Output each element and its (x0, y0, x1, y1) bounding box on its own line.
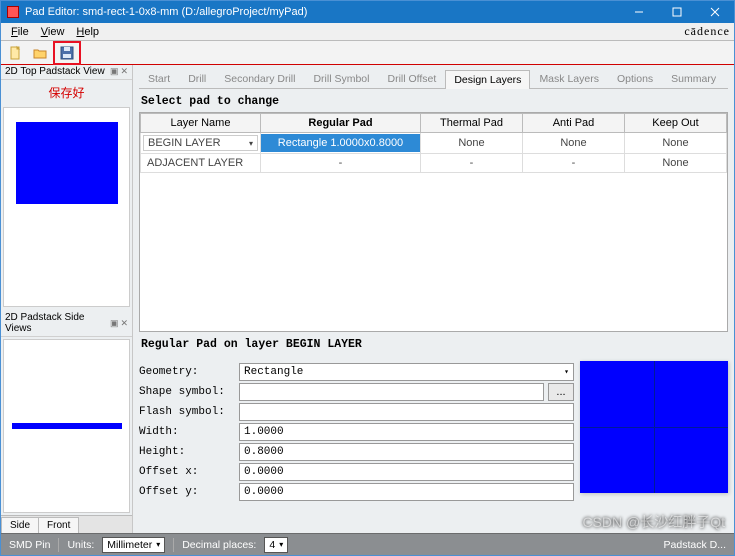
dock-close-icon[interactable]: ✕ (120, 66, 128, 77)
geometry-value: Rectangle (244, 366, 303, 378)
col-keep-out[interactable]: Keep Out (625, 114, 727, 133)
chevron-down-icon: ▾ (249, 139, 253, 148)
table-row: BEGIN LAYER ▾ Rectangle 1.0000x0.8000 No… (141, 133, 727, 154)
offsety-input[interactable] (239, 483, 574, 501)
decimal-value: 4 (269, 539, 275, 551)
new-file-button[interactable] (5, 43, 27, 63)
open-folder-button[interactable] (29, 43, 51, 63)
pad-preview (580, 361, 728, 493)
top-padstack-view (3, 107, 130, 307)
tab-drill-symbol[interactable]: Drill Symbol (304, 69, 378, 88)
geometry-select[interactable]: Rectangle ▾ (239, 363, 574, 381)
regular-pad-heading: Regular Pad on layer BEGIN LAYER (139, 332, 728, 355)
select-pad-heading: Select pad to change (139, 89, 728, 112)
dock-close-icon-2[interactable]: ✕ (120, 318, 128, 329)
geometry-label: Geometry: (139, 366, 235, 378)
regular-pad-cell-selected[interactable]: Rectangle 1.0000x0.8000 (261, 134, 420, 152)
width-label: Width: (139, 426, 235, 438)
layer-table-wrap: Layer Name Regular Pad Thermal Pad Anti … (139, 112, 728, 332)
save-annotation: 保存好 (1, 80, 132, 107)
chevron-down-icon: ▾ (279, 540, 283, 549)
offsety-label: Offset y: (139, 486, 235, 498)
tab-drill-offset[interactable]: Drill Offset (378, 69, 445, 88)
menu-file[interactable]: File (5, 24, 35, 40)
window-title: Pad Editor: smd-rect-1-0x8-mm (D:/allegr… (25, 6, 307, 18)
maximize-button[interactable] (658, 1, 696, 23)
status-right-text: Padstack D... (664, 539, 726, 551)
save-button[interactable] (56, 43, 78, 63)
tab-drill[interactable]: Drill (179, 69, 215, 88)
close-button[interactable] (696, 1, 734, 23)
col-anti-pad[interactable]: Anti Pad (523, 114, 625, 133)
keep-out-cell[interactable]: None (625, 154, 727, 173)
height-label: Height: (139, 446, 235, 458)
status-separator (58, 538, 59, 552)
thermal-pad-cell[interactable]: None (421, 133, 523, 154)
top-pad-shape (16, 122, 118, 204)
height-input[interactable] (239, 443, 574, 461)
minimize-button[interactable] (620, 1, 658, 23)
top-padstack-title: 2D Top Padstack View (5, 66, 105, 77)
brand-logo: cādence (684, 24, 730, 39)
tab-summary[interactable]: Summary (662, 69, 725, 88)
regular-pad-cell: - (261, 154, 421, 173)
chevron-down-icon: ▾ (564, 367, 569, 377)
anti-pad-cell[interactable]: None (523, 133, 625, 154)
side-padstack-view (3, 339, 130, 513)
offsetx-input[interactable] (239, 463, 574, 481)
layer-table: Layer Name Regular Pad Thermal Pad Anti … (140, 113, 727, 173)
col-regular-pad[interactable]: Regular Pad (261, 114, 421, 133)
tab-options[interactable]: Options (608, 69, 662, 88)
thermal-pad-cell: - (421, 154, 523, 173)
decimal-label: Decimal places: (182, 539, 256, 551)
offsetx-label: Offset x: (139, 466, 235, 478)
menu-view[interactable]: View (35, 24, 71, 40)
width-input[interactable] (239, 423, 574, 441)
layer-name-dropdown[interactable]: BEGIN LAYER ▾ (143, 135, 258, 151)
tab-secondary-drill[interactable]: Secondary Drill (215, 69, 304, 88)
status-type: SMD Pin (9, 539, 50, 551)
col-thermal-pad[interactable]: Thermal Pad (421, 114, 523, 133)
status-separator (173, 538, 174, 552)
side-pad-shape (12, 423, 122, 429)
table-row: ADJACENT LAYER - - - None (141, 154, 727, 173)
side-padstack-title: 2D Padstack Side Views (5, 312, 110, 334)
main-tabstrip: Start Drill Secondary Drill Drill Symbol… (139, 69, 728, 89)
shape-symbol-input[interactable] (239, 383, 544, 401)
menu-help[interactable]: Help (70, 24, 105, 40)
app-icon (7, 6, 19, 18)
shape-symbol-browse-button[interactable]: ... (548, 383, 574, 401)
tab-mask-layers[interactable]: Mask Layers (530, 69, 608, 88)
flash-symbol-input[interactable] (239, 403, 574, 421)
units-dropdown[interactable]: Millimeter ▾ (102, 537, 165, 553)
dock-pin-icon[interactable]: ▣ (110, 66, 119, 77)
tab-side[interactable]: Side (1, 517, 39, 533)
layer-name-value: BEGIN LAYER (148, 137, 221, 149)
dock-pin-icon-2[interactable]: ▣ (110, 318, 119, 329)
chevron-down-icon: ▾ (156, 540, 160, 549)
keep-out-cell[interactable]: None (625, 133, 727, 154)
flash-symbol-label: Flash symbol: (139, 406, 235, 418)
col-layer-name[interactable]: Layer Name (141, 114, 261, 133)
decimal-dropdown[interactable]: 4 ▾ (264, 537, 288, 553)
shape-symbol-label: Shape symbol: (139, 386, 235, 398)
tab-design-layers[interactable]: Design Layers (445, 70, 530, 89)
anti-pad-cell: - (523, 154, 625, 173)
units-value: Millimeter (107, 539, 152, 551)
layer-name-value-2: ADJACENT LAYER (141, 154, 261, 173)
tab-front[interactable]: Front (38, 517, 79, 533)
tab-start[interactable]: Start (139, 69, 179, 88)
units-label: Units: (67, 539, 94, 551)
